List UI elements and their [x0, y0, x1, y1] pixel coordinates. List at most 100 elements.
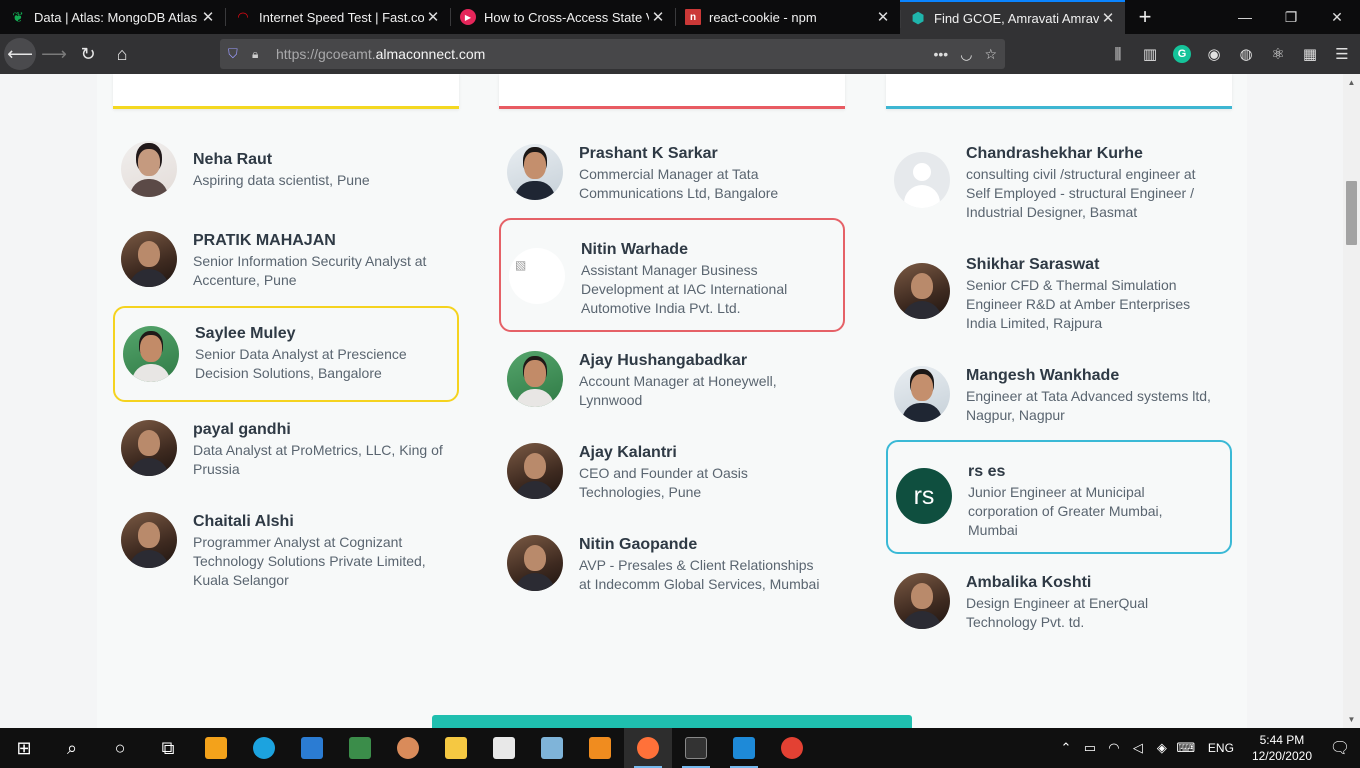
alumni-card[interactable]: Prashant K Sarkar Commercial Manager at …	[499, 144, 845, 203]
avatar[interactable]	[894, 366, 950, 422]
avatar[interactable]	[894, 263, 950, 319]
chrome-icon[interactable]	[768, 728, 816, 768]
account-icon[interactable]: ◉	[1200, 38, 1228, 70]
alumni-name[interactable]: Chandrashekhar Kurhe	[966, 144, 1211, 163]
minimize-icon[interactable]: —	[1222, 0, 1268, 34]
url-text[interactable]: https://gcoeamt.almaconnect.com	[276, 46, 485, 62]
alumni-card[interactable]: Chandrashekhar Kurhe consulting civil /s…	[886, 144, 1232, 222]
restore-icon[interactable]: ❐	[1268, 0, 1314, 34]
volume-icon[interactable]: ◁	[1126, 740, 1150, 756]
photos-icon[interactable]	[336, 728, 384, 768]
alumni-name[interactable]: Prashant K Sarkar	[579, 144, 799, 163]
sublime-text-icon[interactable]	[576, 728, 624, 768]
alumni-name[interactable]: Neha Raut	[193, 150, 370, 169]
dropbox-icon[interactable]: ◈	[1150, 740, 1174, 756]
alumni-card[interactable]: Nitin Gaopande AVP - Presales & Client R…	[499, 535, 845, 594]
firefox-icon[interactable]	[624, 728, 672, 768]
extensions-icon[interactable]: ▦	[1296, 38, 1324, 70]
page-actions-icon[interactable]: •••	[934, 46, 949, 63]
alumni-card[interactable]: Ajay Hushangabadkar Account Manager at H…	[499, 351, 845, 410]
avatar[interactable]	[507, 144, 563, 200]
start-windows-icon[interactable]: ⊞	[0, 728, 48, 768]
avatar[interactable]: ▧	[509, 248, 565, 304]
alumni-card-highlighted[interactable]: Saylee Muley Senior Data Analyst at Pres…	[113, 306, 459, 402]
close-tab-icon[interactable]: ✕	[199, 8, 217, 26]
language-indicator[interactable]: ENG	[1198, 741, 1244, 755]
close-tab-icon[interactable]: ✕	[424, 8, 442, 26]
alumni-name[interactable]: Ajay Hushangabadkar	[579, 351, 799, 370]
close-tab-icon[interactable]: ✕	[1099, 9, 1117, 27]
alumni-card[interactable]: Shikhar Saraswat Senior CFD & Thermal Si…	[886, 255, 1232, 333]
alumni-card[interactable]: payal gandhi Data Analyst at ProMetrics,…	[113, 420, 459, 479]
mail-icon[interactable]	[288, 728, 336, 768]
browser-tab-active[interactable]: ⬢ Find GCOE, Amravati Amravati ✕	[900, 0, 1125, 34]
alumni-name[interactable]: Ajay Kalantri	[579, 443, 779, 462]
alumni-card-highlighted[interactable]: ▧ Nitin Warhade Assistant Manager Busine…	[499, 218, 845, 332]
alumni-name[interactable]: rs es	[968, 462, 1198, 481]
avatar[interactable]	[121, 512, 177, 568]
close-tab-icon[interactable]: ✕	[874, 8, 892, 26]
keyboard-icon[interactable]: ⌨	[1174, 740, 1198, 756]
alumni-name[interactable]: PRATIK MAHAJAN	[193, 231, 433, 250]
new-tab-button[interactable]: +	[1125, 0, 1165, 34]
load-more-button[interactable]	[432, 715, 912, 728]
avatar[interactable]	[123, 326, 179, 382]
close-window-icon[interactable]: ✕	[1314, 0, 1360, 34]
avatar[interactable]	[894, 152, 950, 208]
alumni-name[interactable]: Ambalika Koshti	[966, 573, 1186, 592]
close-tab-icon[interactable]: ✕	[649, 8, 667, 26]
tracking-shield-icon[interactable]: ⛉	[228, 46, 244, 62]
alumni-card[interactable]: Ajay Kalantri CEO and Founder at Oasis T…	[499, 443, 845, 502]
pocket-icon[interactable]: ◡	[960, 46, 972, 63]
alumni-name[interactable]: Nitin Gaopande	[579, 535, 829, 554]
react-devtools-icon[interactable]: ⚛	[1264, 38, 1292, 70]
battery-icon[interactable]: ▭	[1078, 740, 1102, 756]
browser-tab[interactable]: n react-cookie - npm ✕	[675, 0, 900, 34]
task-view-icon[interactable]: ⧉	[144, 728, 192, 768]
scroll-down-icon[interactable]: ▼	[1343, 711, 1360, 728]
calendar-icon[interactable]	[480, 728, 528, 768]
clock[interactable]: 5:44 PM 12/20/2020	[1244, 732, 1320, 764]
alumni-name[interactable]: Mangesh Wankhade	[966, 366, 1211, 385]
lock-icon[interactable]: 🔒︎	[252, 47, 266, 62]
alumni-card[interactable]: PRATIK MAHAJAN Senior Information Securi…	[113, 231, 459, 290]
globe-icon[interactable]: ◍	[1232, 38, 1260, 70]
paint-icon[interactable]	[384, 728, 432, 768]
avatar[interactable]	[121, 231, 177, 287]
alumni-card-highlighted[interactable]: rs rs es Junior Engineer at Municipal co…	[886, 440, 1232, 554]
avatar[interactable]	[121, 141, 177, 197]
avatar[interactable]	[507, 443, 563, 499]
address-bar[interactable]: ⛉ 🔒︎ https://gcoeamt.almaconnect.com •••…	[220, 39, 1005, 69]
reload-button[interactable]: ↻	[72, 38, 104, 70]
back-button[interactable]: ⟵	[4, 38, 36, 70]
wifi-icon[interactable]: ◠	[1102, 740, 1126, 756]
alumni-card[interactable]: Mangesh Wankhade Engineer at Tata Advanc…	[886, 366, 1232, 425]
alumni-card[interactable]: Neha Raut Aspiring data scientist, Pune	[113, 141, 459, 197]
avatar[interactable]: rs	[896, 468, 952, 524]
bookmark-star-icon[interactable]: ☆	[984, 46, 997, 63]
menu-icon[interactable]: ☰	[1328, 38, 1356, 70]
alumni-card[interactable]: Chaitali Alshi Programmer Analyst at Cog…	[113, 512, 459, 590]
vscode-icon[interactable]	[720, 728, 768, 768]
terminal-icon[interactable]	[672, 728, 720, 768]
alumni-name[interactable]: Nitin Warhade	[581, 240, 811, 259]
home-button[interactable]: ⌂	[106, 38, 138, 70]
store-icon[interactable]	[192, 728, 240, 768]
search-icon[interactable]: ⌕	[48, 728, 96, 768]
chevron-up-icon[interactable]: ⌃	[1054, 740, 1078, 756]
browser-tab[interactable]: ◠ Internet Speed Test | Fast.com ✕	[225, 0, 450, 34]
avatar[interactable]	[894, 573, 950, 629]
edge-icon[interactable]	[240, 728, 288, 768]
alumni-name[interactable]: payal gandhi	[193, 420, 443, 439]
forward-button[interactable]: ⟶	[38, 38, 70, 70]
scrollbar-thumb[interactable]	[1346, 181, 1357, 245]
alumni-name[interactable]: Saylee Muley	[195, 324, 435, 343]
alumni-name[interactable]: Shikhar Saraswat	[966, 255, 1211, 274]
file-explorer-icon[interactable]	[432, 728, 480, 768]
alumni-card[interactable]: Ambalika Koshti Design Engineer at EnerQ…	[886, 573, 1232, 632]
browser-tab[interactable]: ❦ Data | Atlas: MongoDB Atlas ✕	[0, 0, 225, 34]
grammarly-icon[interactable]: G	[1168, 38, 1196, 70]
library-icon[interactable]: ⫼	[1104, 38, 1132, 70]
scroll-up-icon[interactable]: ▲	[1343, 74, 1360, 91]
sidebar-icon[interactable]: ▥	[1136, 38, 1164, 70]
